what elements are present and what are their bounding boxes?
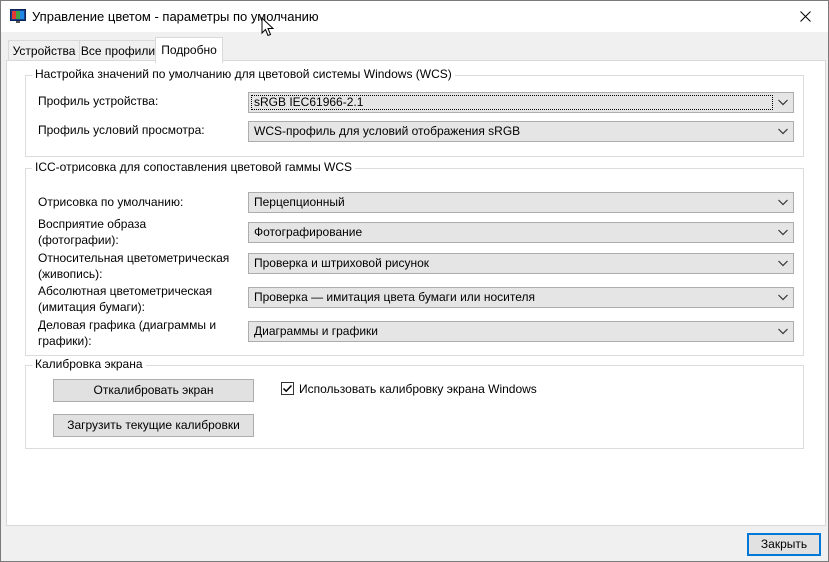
viewing-profile-select[interactable]: WCS-профиль для условий отображения sRGB xyxy=(248,121,794,142)
relative-colorimetric-label: Относительная цветометрическая (живопись… xyxy=(38,251,230,281)
business-graphics-label: Деловая графика (диаграммы и графики): xyxy=(38,318,217,348)
icc-group-title: ICC-отрисовка для сопоставления цветовой… xyxy=(32,160,356,174)
tab-devices[interactable]: Устройства xyxy=(8,40,80,61)
wcs-defaults-group: Настройка значений по умолчанию для цвет… xyxy=(25,67,804,157)
perceptual-value: Фотографирование xyxy=(254,225,363,239)
chevron-down-icon xyxy=(778,328,788,335)
chevron-down-icon xyxy=(778,128,788,135)
relative-colorimetric-select[interactable]: Проверка и штриховой рисунок xyxy=(248,253,794,274)
title-bar: Управление цветом - параметры по умолчан… xyxy=(1,1,828,32)
window-title: Управление цветом - параметры по умолчан… xyxy=(32,9,319,24)
device-profile-select[interactable]: sRGB IEC61966-2.1 xyxy=(248,92,794,113)
business-graphics-value: Диаграммы и графики xyxy=(254,324,378,338)
wcs-group-title: Настройка значений по умолчанию для цвет… xyxy=(32,67,455,81)
display-calibration-group: Калибровка экрана Откалибровать экран За… xyxy=(25,357,804,449)
calibration-group-title: Калибровка экрана xyxy=(32,357,146,371)
business-graphics-select[interactable]: Диаграммы и графики xyxy=(248,321,794,342)
viewing-profile-label: Профиль условий просмотра: xyxy=(38,123,205,137)
chevron-down-icon xyxy=(778,294,788,301)
use-windows-calibration-checkbox[interactable] xyxy=(281,382,294,395)
tab-advanced[interactable]: Подробно xyxy=(155,37,223,63)
color-management-app-icon xyxy=(10,9,26,23)
close-icon xyxy=(799,11,811,22)
tab-strip: Устройства Все профили Подробно xyxy=(1,32,828,63)
default-rendering-value: Перцепционный xyxy=(254,195,345,209)
chevron-down-icon xyxy=(778,260,788,267)
perceptual-label: Восприятие образа (фотографии): xyxy=(38,217,147,247)
device-profile-label: Профиль устройства: xyxy=(38,94,159,108)
close-button[interactable]: Закрыть xyxy=(747,533,821,556)
chevron-down-icon xyxy=(778,229,788,236)
chevron-down-icon xyxy=(778,99,788,106)
perceptual-select[interactable]: Фотографирование xyxy=(248,222,794,243)
absolute-colorimetric-value: Проверка — имитация цвета бумаги или нос… xyxy=(254,290,535,304)
default-rendering-select[interactable]: Перцепционный xyxy=(248,192,794,213)
icc-rendering-group: ICC-отрисовка для сопоставления цветовой… xyxy=(25,160,804,356)
checkmark-icon xyxy=(282,384,293,393)
close-window-button[interactable] xyxy=(782,1,828,32)
tab-all-profiles[interactable]: Все профили xyxy=(79,40,157,61)
chevron-down-icon xyxy=(778,199,788,206)
use-windows-calibration-label[interactable]: Использовать калибровку экрана Windows xyxy=(299,381,537,397)
calibrate-display-button[interactable]: Откалибровать экран xyxy=(53,379,254,402)
reload-calibrations-button[interactable]: Загрузить текущие калибровки xyxy=(53,414,254,437)
mouse-cursor-icon xyxy=(261,17,275,37)
relative-colorimetric-value: Проверка и штриховой рисунок xyxy=(254,256,430,270)
absolute-colorimetric-label: Абсолютная цветометрическая (имитация бу… xyxy=(38,284,213,314)
default-rendering-label: Отрисовка по умолчанию: xyxy=(38,195,184,209)
absolute-colorimetric-select[interactable]: Проверка — имитация цвета бумаги или нос… xyxy=(248,287,794,308)
viewing-profile-value: WCS-профиль для условий отображения sRGB xyxy=(254,124,521,138)
device-profile-value: sRGB IEC61966-2.1 xyxy=(254,95,364,109)
advanced-tab-panel: Настройка значений по умолчанию для цвет… xyxy=(6,60,826,526)
color-management-window: Управление цветом - параметры по умолчан… xyxy=(0,0,829,562)
